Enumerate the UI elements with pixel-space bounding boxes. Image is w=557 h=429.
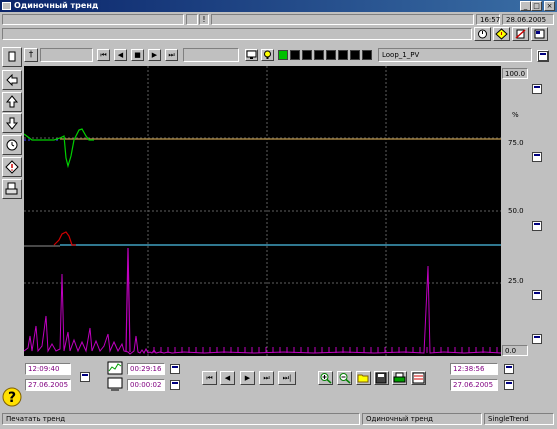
end-date-field[interactable]: 27.06.2005 — [450, 379, 498, 391]
last-page-button[interactable]: ⏭ — [165, 49, 178, 61]
monitor-icon[interactable] — [245, 49, 258, 61]
minimize-button[interactable]: _ — [520, 1, 531, 11]
color-swatch-green[interactable] — [278, 50, 288, 60]
tag-name-field[interactable]: Loop_1_PV — [378, 48, 532, 62]
tag-select-button[interactable] — [537, 50, 549, 62]
interval-calendar-icon[interactable] — [170, 380, 180, 390]
alarm-message-field — [2, 28, 472, 40]
span-calendar-icon[interactable] — [170, 364, 180, 374]
y-axis-min[interactable]: 0.0 — [502, 345, 528, 356]
trend-toolbar-field-right — [183, 48, 239, 62]
alarm-diamond-icon[interactable] — [2, 157, 22, 177]
info-message-field — [211, 14, 474, 25]
app-icon — [2, 2, 11, 10]
bottom-next-button[interactable]: ▶ — [240, 371, 255, 385]
zoom-in-icon[interactable] — [318, 371, 333, 385]
y-min-calendar-icon[interactable] — [532, 334, 542, 344]
y-tick-25: 25.0 — [508, 277, 524, 285]
warning-diamond-icon[interactable] — [493, 27, 510, 41]
next-button[interactable]: ▶ — [148, 49, 161, 61]
maximize-button[interactable]: □ — [531, 1, 542, 11]
info-field-2 — [186, 14, 198, 25]
color-swatch[interactable] — [314, 50, 324, 60]
y-tick-75: 75.0 — [508, 139, 524, 147]
y-calendar-icon-2[interactable] — [532, 221, 542, 231]
alarm-ack-icon[interactable] — [512, 27, 529, 41]
export-icon[interactable] — [411, 371, 426, 385]
title-bar: Одиночный тренд _ □ × — [0, 0, 557, 12]
pin-icon[interactable]: † — [24, 48, 38, 62]
span-field[interactable]: 00:29:16 — [127, 363, 165, 375]
alarm-bell-icon[interactable] — [474, 27, 491, 41]
first-page-button[interactable]: ⏮ — [97, 49, 110, 61]
save-icon[interactable] — [374, 371, 389, 385]
color-swatch[interactable] — [350, 50, 360, 60]
interval-icon[interactable] — [107, 377, 123, 391]
pv-magenta-spike — [125, 247, 131, 353]
window-title: Одиночный тренд — [14, 1, 99, 10]
alarm-clock-icon[interactable] — [2, 135, 22, 155]
lightbulb-icon[interactable] — [261, 49, 274, 61]
y-tick-50: 50.0 — [508, 207, 524, 215]
document-icon[interactable] — [2, 47, 22, 67]
svg-text:?: ? — [8, 390, 16, 406]
open-folder-icon[interactable] — [356, 371, 371, 385]
end-time-field[interactable]: 12:38:56 — [450, 363, 498, 375]
current-date: 28.06.2005 — [502, 14, 554, 25]
alarm-list-icon[interactable] — [531, 27, 548, 41]
status-left: Печатать тренд — [2, 413, 360, 425]
zoom-out-icon[interactable] — [337, 371, 352, 385]
y-max-calendar-icon[interactable] — [532, 84, 542, 94]
calendar-icon — [538, 51, 548, 61]
trend-canvas — [24, 66, 501, 356]
y-axis-max[interactable]: 100.0 — [502, 68, 528, 79]
status-right: SingleTrend — [484, 413, 554, 425]
stop-button[interactable]: ■ — [131, 49, 144, 61]
bottom-last-button[interactable]: ⏭| — [278, 371, 296, 385]
info-separator: ! — [199, 14, 209, 25]
end-time-calendar-icon[interactable] — [504, 364, 514, 374]
bottom-prev-button[interactable]: ◀ — [220, 371, 235, 385]
start-time-field[interactable]: 12:09:40 — [25, 363, 71, 375]
setpoint-line — [24, 138, 501, 141]
close-button[interactable]: × — [544, 1, 555, 11]
color-swatch[interactable] — [326, 50, 336, 60]
output-line — [24, 244, 501, 247]
trend-toolbar-field-left — [40, 48, 93, 62]
status-center: Одиночный тренд — [362, 413, 482, 425]
color-swatch[interactable] — [362, 50, 372, 60]
pv-green-trace — [24, 128, 94, 169]
color-swatch[interactable] — [302, 50, 312, 60]
y-calendar-icon[interactable] — [532, 152, 542, 162]
prev-button[interactable]: ◀ — [114, 49, 127, 61]
print-trend-icon[interactable] — [392, 371, 407, 385]
pv-red-trace — [53, 231, 76, 246]
print-icon[interactable] — [2, 179, 22, 199]
end-date-calendar-icon[interactable] — [504, 380, 514, 390]
y-axis-unit: % — [512, 111, 519, 119]
down-arrow-icon[interactable] — [2, 113, 22, 133]
start-calendar-icon[interactable] — [80, 372, 90, 382]
color-swatch[interactable] — [290, 50, 300, 60]
interval-field[interactable]: 00:00:02 — [127, 379, 165, 391]
pv-magenta-trace — [24, 265, 501, 355]
color-swatch[interactable] — [338, 50, 348, 60]
bottom-first-button[interactable]: ⏮ — [202, 371, 217, 385]
start-date-field[interactable]: 27.06.2005 — [25, 379, 71, 391]
current-time: 16:57 — [476, 14, 500, 25]
bottom-fast-forward-button[interactable]: ⏭ — [259, 371, 274, 385]
info-field-1 — [2, 14, 184, 25]
up-arrow-icon[interactable] — [2, 92, 22, 112]
y-axis: 100.0 % 75.0 50.0 25.0 0.0 — [502, 66, 555, 358]
trend-chart[interactable] — [24, 66, 501, 356]
trend-chart-icon[interactable] — [107, 361, 123, 375]
help-icon[interactable]: ? — [2, 386, 22, 408]
back-arrow-icon[interactable] — [2, 70, 22, 90]
y-calendar-icon-3[interactable] — [532, 290, 542, 300]
